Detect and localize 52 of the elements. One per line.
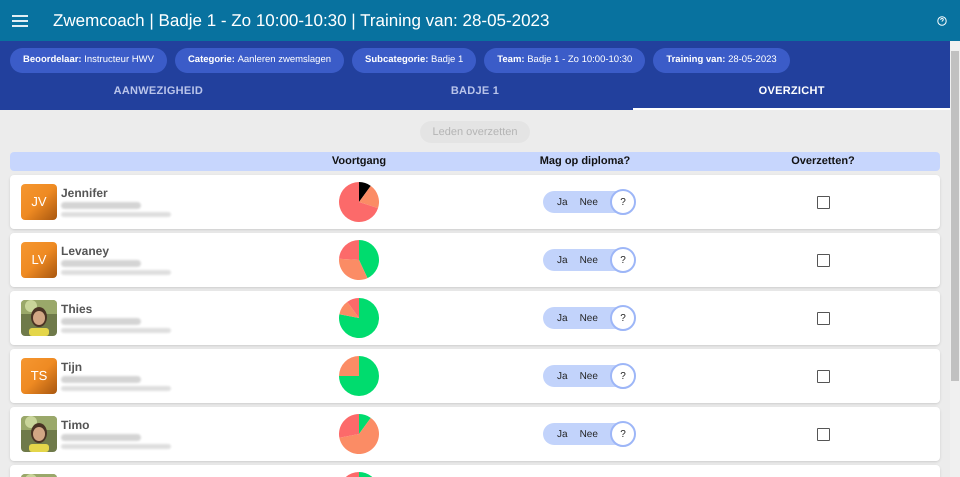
member-name: Tijn: [61, 361, 84, 373]
member-name: Levaney: [61, 245, 110, 257]
column-header: Mag op diploma?: [538, 154, 632, 170]
member-name: Thies: [61, 303, 94, 315]
filter-chip[interactable]: Training van: 28-05-2023: [653, 48, 790, 72]
transfer-checkbox[interactable]: [816, 196, 830, 208]
avatar: TS: [21, 358, 57, 394]
progress-pie-drawing: [339, 240, 379, 280]
transfer-checkbox[interactable]: [816, 370, 830, 382]
filter-chip[interactable]: Team: Badje 1 - Zo 10:00-10:30: [484, 48, 646, 72]
toggle-option[interactable]: ?: [610, 189, 636, 215]
toggle-option[interactable]: Nee: [574, 426, 604, 442]
filter-chip[interactable]: Subcategorie: Badje 1: [352, 48, 476, 72]
filter-chip[interactable]: Categorie: Aanleren zwemslagen: [174, 48, 344, 72]
help-icon[interactable]: [937, 16, 947, 26]
toggle-option[interactable]: ?: [610, 247, 636, 273]
diploma-toggle[interactable]: Ja Nee ?: [543, 423, 635, 445]
diploma-toggle[interactable]: Ja Nee ?: [543, 191, 635, 213]
progress-pie-drawing: [339, 414, 379, 454]
toggle-option[interactable]: ?: [610, 305, 636, 331]
avatar: JV: [21, 184, 57, 220]
avatar: LV: [21, 242, 57, 278]
diploma-toggle[interactable]: Ja Nee ?: [543, 307, 635, 329]
member-name: Timo: [61, 419, 90, 431]
toggle-option[interactable]: Nee: [574, 368, 604, 384]
progress-pie-drawing: [339, 182, 379, 222]
diploma-toggle[interactable]: Ja Nee ?: [543, 249, 635, 271]
member-name: Jennifer: [61, 187, 109, 199]
toggle-option[interactable]: ?: [610, 363, 636, 389]
filter-chip[interactable]: Beoordelaar: Instructeur HWV: [10, 48, 167, 72]
toggle-option[interactable]: Ja: [551, 194, 574, 210]
progress-pie-drawing: [339, 298, 379, 338]
tab[interactable]: BADJE 1: [316, 75, 634, 110]
toggle-option[interactable]: Ja: [551, 252, 574, 268]
transfer-checkbox[interactable]: [816, 312, 830, 324]
toggle-option[interactable]: Ja: [551, 310, 574, 326]
scrollbar[interactable]: [950, 41, 960, 477]
column-header: Voortgang: [330, 154, 388, 170]
toggle-option[interactable]: Ja: [551, 368, 574, 384]
diploma-toggle[interactable]: Ja Nee ?: [543, 365, 635, 387]
menu-icon[interactable]: [12, 14, 28, 26]
column-header: Overzetten?: [790, 154, 856, 170]
toggle-option[interactable]: ?: [610, 421, 636, 447]
toggle-option[interactable]: Nee: [574, 194, 604, 210]
toggle-option[interactable]: Nee: [574, 252, 604, 268]
transfer-checkbox[interactable]: [816, 254, 830, 266]
transfer-checkbox[interactable]: [816, 428, 830, 440]
progress-pie-drawing: [339, 356, 379, 396]
toggle-option[interactable]: Ja: [551, 426, 574, 442]
toggle-option[interactable]: Nee: [574, 310, 604, 326]
tab[interactable]: AANWEZIGHEID: [0, 75, 317, 110]
app-title: Zwemcoach | Badje 1 - Zo 10:00-10:30 | Training van: 28-05-2023: [53, 10, 550, 32]
